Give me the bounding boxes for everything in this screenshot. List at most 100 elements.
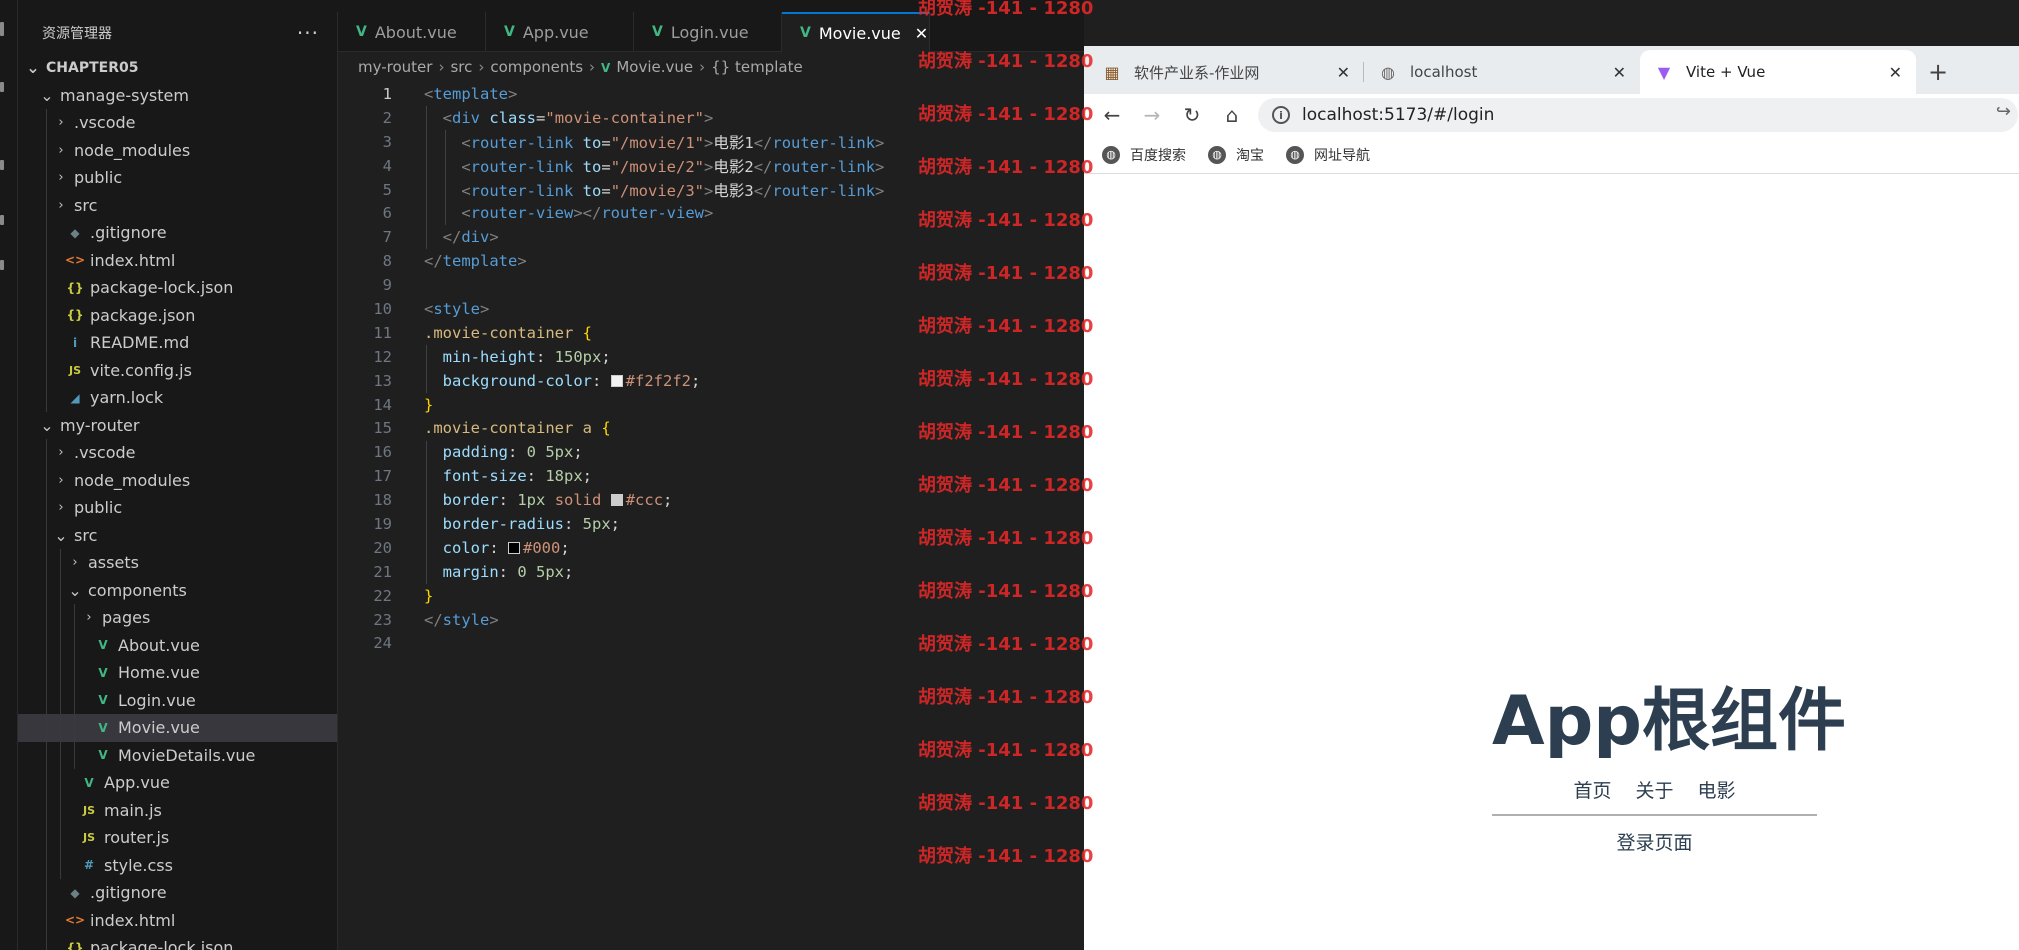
tree-item[interactable]: › pages (18, 604, 337, 632)
tree-item[interactable]: {} package.json (18, 301, 337, 329)
tree-item[interactable]: ⌄ my-router (18, 412, 337, 440)
globe-icon: ◍ (1286, 145, 1304, 164)
tree-item[interactable]: <> index.html (18, 246, 337, 274)
line-content: <div class="movie-container"> (442, 108, 714, 127)
indent-guide (46, 164, 47, 192)
tree-item-label: .vscode (74, 443, 136, 463)
tree-item[interactable]: › .vscode (18, 109, 337, 137)
tree-item[interactable]: › public (18, 164, 337, 192)
color-swatch[interactable] (610, 494, 623, 507)
extensions-icon[interactable] (0, 260, 4, 270)
tree-item[interactable]: ◢ yarn.lock (18, 384, 337, 412)
indent-guide (46, 521, 47, 549)
site-info-icon[interactable]: i (1272, 106, 1290, 124)
browser-window: ▦ 软件产业系-作业网 ✕ ◍ localhost ✕ ▼ Vite + Vue ✕ + ← → … (1084, 46, 2019, 950)
tree-item[interactable]: # style.css (18, 851, 337, 879)
indent-guide (426, 440, 427, 584)
editor-tab[interactable]: V Login.vue (634, 12, 782, 52)
line-number: 9 (382, 276, 392, 295)
tree-item[interactable]: V App.vue (18, 769, 337, 797)
breadcrumb-item[interactable]: {} template (711, 58, 803, 76)
indent-guide (74, 686, 75, 714)
tree-item[interactable]: ◆ .gitignore (18, 879, 337, 907)
editor-tab[interactable]: V Movie.vue ✕ (782, 12, 930, 52)
close-icon[interactable]: ✕ (915, 24, 928, 43)
line-number: 16 (373, 443, 392, 462)
tree-item[interactable]: V MovieDetails.vue (18, 741, 337, 769)
globe-icon: ◍ (1102, 145, 1120, 164)
line-content: <router-link to="/movie/1">电影1</router-l… (461, 133, 885, 152)
editor-tab[interactable]: V About.vue (338, 12, 486, 52)
tree-item[interactable]: {} package-lock.json (18, 934, 337, 950)
breadcrumb-item[interactable]: V Movie.vue (601, 58, 693, 76)
watermark-text: 胡贺涛 -141 - 1280 (918, 528, 1094, 549)
explorer-icon[interactable] (0, 22, 4, 36)
color-swatch[interactable] (610, 374, 623, 387)
share-icon[interactable]: ↪ (1996, 101, 2011, 122)
indent-guide (60, 604, 61, 632)
tree-item[interactable]: JS vite.config.js (18, 356, 337, 384)
tree-item[interactable]: JS router.js (18, 824, 337, 852)
browser-tab[interactable]: ▦ 软件产业系-作业网 ✕ (1088, 50, 1364, 94)
breadcrumb-item[interactable]: src (450, 58, 472, 76)
tree-item[interactable]: V Home.vue (18, 659, 337, 687)
source-control-icon[interactable] (0, 160, 4, 170)
bookmark-item[interactable]: ◍ 淘宝 (1208, 145, 1264, 165)
address-bar[interactable]: i localhost:5173/#/login (1258, 98, 2018, 132)
browser-tab[interactable]: ◍ localhost ✕ (1364, 50, 1640, 94)
tree-item[interactable]: ⌄ src (18, 521, 337, 549)
tree-item[interactable]: i README.md (18, 329, 337, 357)
browser-tab[interactable]: ▼ Vite + Vue ✕ (1640, 50, 1916, 94)
close-icon[interactable]: ✕ (1889, 63, 1902, 82)
editor-tab-label: App.vue (522, 22, 589, 42)
tree-item[interactable]: JS main.js (18, 796, 337, 824)
app-nav: 首页 关于 电影 (1492, 776, 1817, 803)
site-icon: ▦ (1104, 62, 1120, 82)
forward-button[interactable]: → (1132, 97, 1172, 133)
nav-link[interactable]: 关于 (1635, 776, 1673, 803)
tree-item[interactable]: <> index.html (18, 906, 337, 934)
tree-item[interactable]: › src (18, 191, 337, 219)
tree-item[interactable]: › .vscode (18, 439, 337, 467)
breadcrumb-item[interactable]: my-router (358, 58, 432, 76)
close-icon[interactable]: ✕ (1613, 63, 1626, 82)
back-button[interactable]: ← (1092, 97, 1132, 133)
bookmark-item[interactable]: ◍ 百度搜索 (1102, 145, 1186, 165)
tree-item[interactable]: V Movie.vue (18, 714, 337, 742)
nav-link[interactable]: 电影 (1698, 776, 1736, 803)
tree-item[interactable]: ⌄ CHAPTER05 (18, 54, 337, 82)
tree-item[interactable]: › public (18, 494, 337, 522)
more-actions-icon[interactable]: ··· (297, 23, 319, 43)
tree-item[interactable]: V Login.vue (18, 686, 337, 714)
bookmark-label: 淘宝 (1236, 147, 1264, 164)
tree-item[interactable]: › assets (18, 549, 337, 577)
tree-item[interactable]: ⌄ components (18, 576, 337, 604)
tree-item[interactable]: ◆ .gitignore (18, 219, 337, 247)
home-button[interactable]: ⌂ (1212, 97, 1252, 133)
code-line: 14} (338, 393, 1084, 417)
editor-tab[interactable]: V App.vue (486, 12, 634, 52)
bookmark-item[interactable]: ◍ 网址导航 (1286, 145, 1370, 165)
tree-item[interactable]: › node_modules (18, 466, 337, 494)
tree-item[interactable]: ⌄ manage-system (18, 82, 337, 110)
search-icon[interactable] (0, 82, 4, 92)
nav-link[interactable]: 首页 (1573, 776, 1611, 803)
tree-item-label: yarn.lock (90, 388, 164, 408)
run-debug-icon[interactable] (0, 215, 4, 225)
tree-item[interactable]: V About.vue (18, 631, 337, 659)
chevron-right-icon: › (58, 445, 64, 461)
tree-item[interactable]: {} package-lock.json (18, 274, 337, 302)
new-tab-button[interactable]: + (1916, 50, 1960, 94)
chevron-right-icon: › (58, 115, 64, 131)
breadcrumb-item[interactable]: components (490, 58, 583, 76)
indent-guide (46, 631, 47, 659)
tree-item[interactable]: › node_modules (18, 136, 337, 164)
chevron-down-icon: ⌄ (40, 415, 54, 435)
reload-button[interactable]: ↻ (1172, 97, 1212, 133)
line-number: 21 (373, 562, 392, 581)
browser-tab-strip: ▦ 软件产业系-作业网 ✕ ◍ localhost ✕ ▼ Vite + Vue ✕ + (1084, 46, 2019, 94)
close-icon[interactable]: ✕ (1337, 63, 1350, 82)
tree-item-label: assets (88, 553, 139, 573)
code-line: 3 <router-link to="/movie/1">电影1</router… (338, 130, 1084, 154)
color-swatch[interactable] (508, 541, 521, 554)
